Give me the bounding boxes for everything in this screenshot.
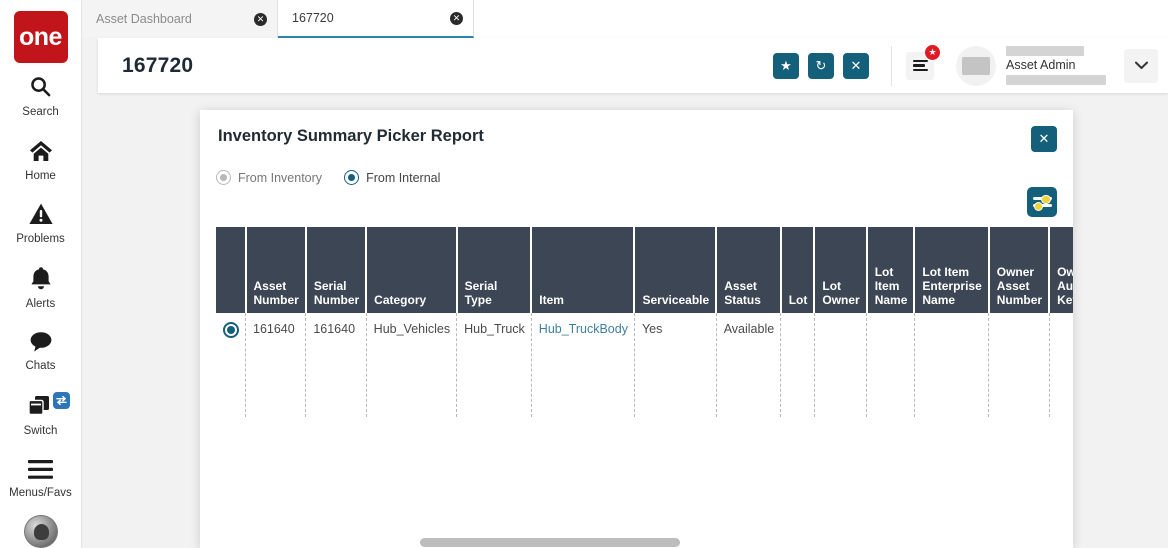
cell-lot-item-enterprise-name (914, 313, 988, 417)
cell-owner-asset-number (989, 313, 1049, 417)
filter-settings-icon-2 (1033, 204, 1052, 207)
tab-asset-dashboard[interactable]: Asset Dashboard ✕ (82, 0, 278, 38)
row-radio-icon[interactable] (223, 322, 239, 338)
col-lot[interactable]: Lot (781, 227, 815, 313)
sidebar-item-alerts[interactable]: Alerts (0, 258, 82, 318)
scrollbar-thumb[interactable] (420, 538, 680, 547)
sidebar-item-menus-favs[interactable]: Menus/Favs (0, 449, 82, 509)
cell-asset-number: 161640 (246, 313, 306, 417)
chat-bubble-icon (29, 331, 53, 356)
results-table-scroll[interactable]: Asset Number Serial Number Category Seri… (216, 227, 1073, 432)
col-lot-item-name[interactable]: Lot Item Name (867, 227, 915, 313)
tab-167720[interactable]: 167720 ✕ (278, 0, 474, 38)
radio-label: From Inventory (238, 171, 322, 185)
results-table: Asset Number Serial Number Category Seri… (216, 227, 1073, 417)
avatar[interactable] (956, 46, 996, 86)
filter-settings-button[interactable] (1027, 187, 1057, 217)
cell-lot-item-name (867, 313, 915, 417)
col-serviceable[interactable]: Serviceable (634, 227, 716, 313)
sidebar-item-label: Problems (16, 233, 65, 245)
sidebar-item-chats[interactable]: Chats (0, 322, 82, 382)
radio-from-inventory[interactable]: From Inventory (216, 170, 322, 185)
sidebar-item-label: Menus/Favs (9, 487, 72, 499)
sidebar-item-problems[interactable]: Problems (0, 195, 82, 255)
cell-owner-auxillary-key (1049, 313, 1073, 417)
cell-serial-type: Hub_Truck (457, 313, 532, 417)
cell-asset-status: Available (716, 313, 781, 417)
cell-item: Hub_TruckBody (531, 313, 634, 417)
sidebar-item-label: Switch (24, 425, 58, 437)
table-row[interactable]: 161640 161640 Hub_Vehicles Hub_Truck Hub… (216, 313, 1073, 417)
redacted-bar-bottom (1006, 75, 1106, 85)
sidebar-item-search[interactable]: Search (0, 67, 82, 127)
warning-triangle-icon (29, 203, 53, 229)
header-divider (891, 46, 892, 86)
filter-settings-icon (1033, 197, 1052, 200)
user-info: Asset Admin (1006, 46, 1106, 85)
col-owner-asset-number[interactable]: Owner Asset Number (989, 227, 1049, 313)
modal-close-button[interactable]: ✕ (1031, 126, 1057, 152)
close-button[interactable]: ✕ (843, 53, 869, 79)
close-circle-icon[interactable]: ✕ (254, 13, 267, 26)
hamburger-icon (913, 57, 928, 74)
star-badge-icon: ★ (924, 44, 941, 61)
radio-icon (344, 170, 359, 185)
app-root: one Search Home (0, 0, 1168, 548)
sidebar-item-label: Home (25, 170, 56, 182)
refresh-button[interactable]: ↻ (808, 53, 834, 79)
sidebar-item-switch[interactable]: Switch (0, 386, 82, 446)
close-circle-icon[interactable]: ✕ (450, 12, 463, 25)
left-nav-rail: one Search Home (0, 0, 82, 548)
cell-lot (781, 313, 815, 417)
tab-strip: Asset Dashboard ✕ 167720 ✕ (82, 0, 1168, 38)
favorite-button[interactable]: ★ (773, 53, 799, 79)
sidebar-item-label: Alerts (26, 298, 55, 310)
redacted-bar-top (1006, 46, 1084, 56)
col-item[interactable]: Item (531, 227, 634, 313)
horizontal-scrollbar[interactable] (420, 538, 1073, 547)
swap-arrows-icon[interactable] (53, 392, 70, 409)
page-header: 167720 ★ ↻ ✕ ★ Asset Admin (98, 38, 1168, 93)
table-header-row: Asset Number Serial Number Category Seri… (216, 227, 1073, 313)
inventory-summary-picker-modal: Inventory Summary Picker Report ✕ From I… (200, 110, 1073, 548)
row-select-cell[interactable] (216, 313, 246, 417)
cell-serviceable: Yes (634, 313, 716, 417)
modal-title: Inventory Summary Picker Report (218, 127, 484, 146)
col-serial-type[interactable]: Serial Type (457, 227, 532, 313)
col-owner-auxillary-key[interactable]: Owner Auxillary Key (1049, 227, 1073, 313)
col-category[interactable]: Category (366, 227, 456, 313)
search-icon (29, 75, 52, 102)
cell-serial-number: 161640 (306, 313, 366, 417)
sidebar-item-home[interactable]: Home (0, 131, 82, 191)
col-lot-owner[interactable]: Lot Owner (814, 227, 866, 313)
app-logo[interactable]: one (14, 11, 68, 63)
user-avatar-icon[interactable] (24, 515, 58, 548)
col-serial-number[interactable]: Serial Number (306, 227, 366, 313)
bell-icon (30, 266, 52, 294)
cell-category: Hub_Vehicles (366, 313, 456, 417)
cell-lot-owner (814, 313, 866, 417)
sidebar-item-label: Chats (25, 360, 55, 372)
item-link[interactable]: Hub_TruckBody (539, 322, 628, 336)
radio-label: From Internal (366, 171, 440, 185)
switch-windows-icon (28, 395, 54, 421)
header-menu-button[interactable]: ★ (906, 52, 934, 80)
col-lot-item-enterprise-name[interactable]: Lot Item Enterprise Name (914, 227, 988, 313)
sidebar-item-label: Search (22, 106, 58, 118)
user-name: Asset Admin (1006, 59, 1106, 72)
radio-icon (216, 170, 231, 185)
tab-label: 167720 (292, 11, 334, 25)
page-title: 167720 (122, 54, 193, 78)
col-asset-number[interactable]: Asset Number (246, 227, 306, 313)
header-actions: ★ ↻ ✕ ★ Asset Admin (764, 46, 1168, 86)
home-icon (29, 140, 53, 166)
radio-from-internal[interactable]: From Internal (344, 170, 440, 185)
source-radio-group: From Inventory From Internal (216, 170, 440, 185)
hamburger-icon (28, 460, 53, 483)
chevron-down-icon[interactable] (1124, 49, 1158, 83)
col-asset-status[interactable]: Asset Status (716, 227, 781, 313)
col-selector[interactable] (216, 227, 246, 313)
tab-label: Asset Dashboard (96, 12, 192, 26)
